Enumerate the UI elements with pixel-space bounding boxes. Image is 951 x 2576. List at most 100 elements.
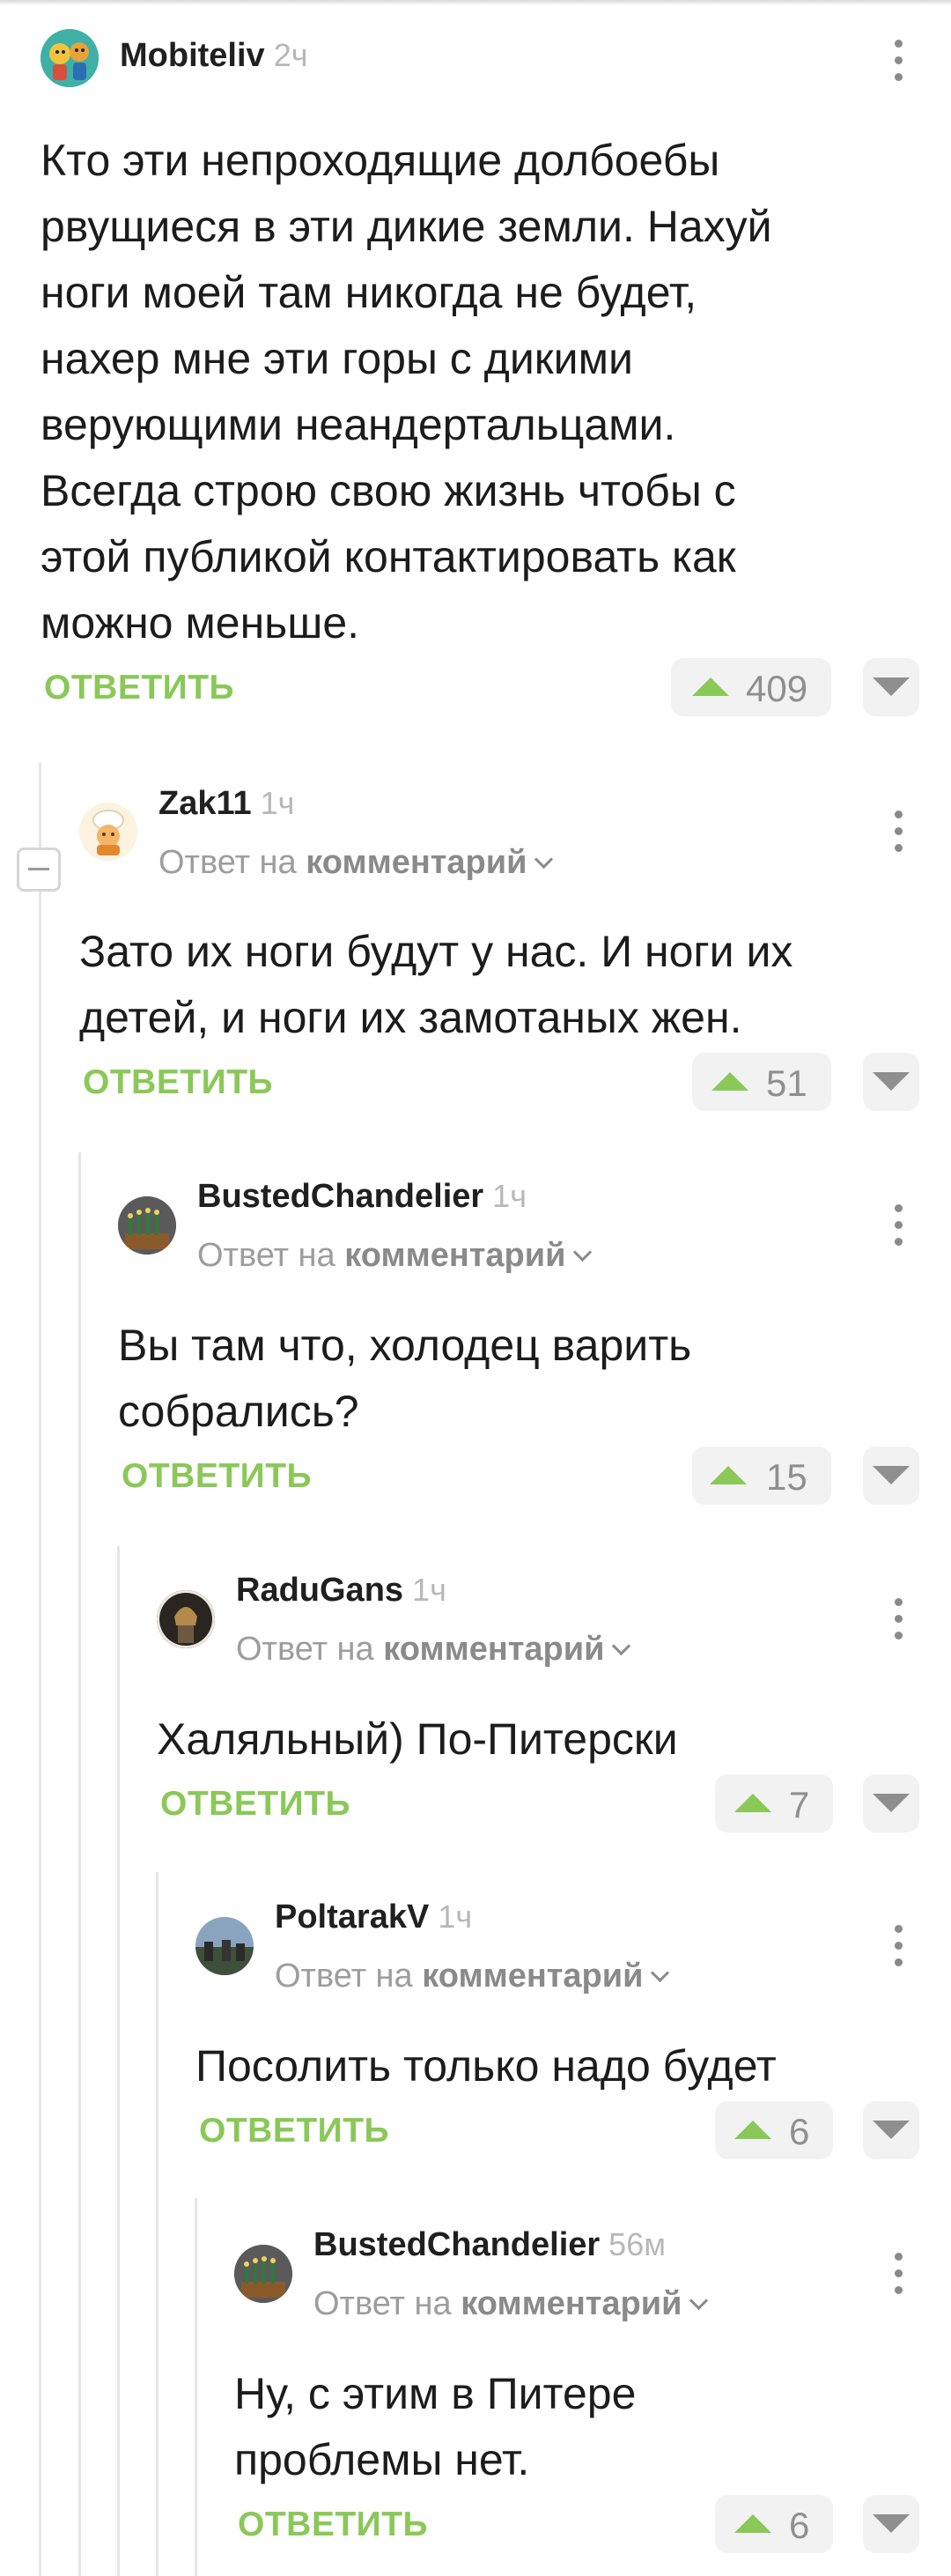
- chevron-down-icon[interactable]: [534, 849, 554, 870]
- reply-button[interactable]: ОТВЕТИТЬ: [238, 2506, 428, 2544]
- comment-author[interactable]: BustedChandelier 1ч: [197, 1178, 527, 1216]
- reply-target[interactable]: комментарий: [306, 844, 527, 881]
- rating-widget: 51: [692, 1053, 831, 1111]
- rating-widget: 6: [715, 2101, 833, 2159]
- chevron-down-icon[interactable]: [651, 1963, 670, 1983]
- reply-prefix: Ответ на: [313, 2285, 452, 2322]
- reply-to-link[interactable]: Ответ на комментарий: [158, 844, 554, 882]
- comment-time: 56м: [608, 2226, 666, 2262]
- avatar[interactable]: [41, 29, 99, 87]
- comment-body: Вы там что, холодец варить собрались?: [118, 1321, 692, 1436]
- reply-to-link[interactable]: Ответ на комментарий: [236, 1631, 631, 1669]
- rating-widget: 409: [671, 658, 831, 716]
- comment: PoltarakV 1ч Ответ на комментарий Посолит…: [195, 1888, 951, 2179]
- thread-line: [195, 2198, 197, 2576]
- comment-body: Халяльный) По-Питерски: [157, 1714, 678, 1764]
- comment-author[interactable]: RaduGans 1ч: [236, 1572, 446, 1610]
- rating-score: 15: [766, 1456, 807, 1498]
- author-name[interactable]: BustedChandelier: [313, 2226, 600, 2263]
- downvote-icon: [873, 1072, 910, 1091]
- upvote-icon[interactable]: [692, 677, 729, 696]
- author-name[interactable]: Zak11: [158, 785, 252, 822]
- upvote-icon[interactable]: [734, 1794, 771, 1812]
- reply-prefix: Ответ на: [236, 1631, 374, 1668]
- downvote-button[interactable]: [863, 658, 919, 716]
- reply-to-link[interactable]: Ответ на комментарий: [197, 1237, 593, 1275]
- rating-widget: 7: [715, 1774, 833, 1832]
- avatar[interactable]: [195, 1917, 254, 1975]
- comment-author[interactable]: Mobiteliv 2ч: [120, 37, 307, 75]
- comment: BustedChandelier 1ч Ответ на комментарий …: [118, 1167, 951, 1520]
- upvote-icon[interactable]: [710, 1466, 747, 1484]
- chandelier-avatar-icon: [234, 2245, 292, 2303]
- chevron-down-icon[interactable]: [612, 1636, 631, 1656]
- landscape-avatar-icon: [195, 1917, 254, 1975]
- author-name[interactable]: BustedChandelier: [197, 1178, 483, 1215]
- rating-score: 6: [789, 2505, 810, 2546]
- thread-line: [39, 762, 41, 2576]
- upvote-icon[interactable]: [734, 2121, 771, 2139]
- reply-to-link[interactable]: Ответ на комментарий: [275, 1958, 670, 1995]
- reply-button[interactable]: ОТВЕТИТЬ: [160, 1785, 350, 1824]
- comment-author[interactable]: Zak11 1ч: [158, 785, 294, 823]
- comment: BustedChandelier 56м Ответ на комментарий…: [234, 2216, 951, 2576]
- author-name[interactable]: PoltarakV: [275, 1899, 429, 1936]
- rating-widget: 15: [692, 1447, 831, 1505]
- rating-score: 6: [789, 2111, 810, 2152]
- reply-target[interactable]: комментарий: [383, 1631, 604, 1668]
- more-options-icon[interactable]: [893, 1925, 903, 1967]
- comment-time: 1ч: [412, 1572, 446, 1608]
- avatar[interactable]: [79, 803, 137, 861]
- rating-score: 51: [766, 1062, 807, 1104]
- chevron-down-icon[interactable]: [573, 1242, 593, 1262]
- reply-target[interactable]: комментарий: [344, 1237, 565, 1274]
- downvote-button[interactable]: [863, 1447, 919, 1505]
- downvote-button[interactable]: [863, 2495, 919, 2553]
- author-name[interactable]: Mobiteliv: [120, 37, 265, 74]
- downvote-icon: [873, 1794, 910, 1812]
- avatar[interactable]: [157, 1590, 215, 1648]
- chevron-down-icon[interactable]: [689, 2291, 709, 2311]
- avatar[interactable]: [118, 1196, 176, 1255]
- downvote-icon: [873, 1466, 910, 1484]
- downvote-button[interactable]: [863, 1053, 919, 1111]
- top-edge-shadow: [0, 0, 951, 5]
- cartoon-duo-avatar-icon: [41, 29, 99, 87]
- reply-button[interactable]: ОТВЕТИТЬ: [83, 1063, 273, 1102]
- thread-line: [117, 1546, 120, 2576]
- comment-author[interactable]: PoltarakV 1ч: [275, 1899, 472, 1936]
- more-options-icon[interactable]: [893, 1598, 903, 1640]
- comment: RaduGans 1ч Ответ на комментарий Халяльны…: [157, 1561, 951, 1852]
- comment-body: Зато их ноги будут у нас. И ноги их дете…: [79, 927, 793, 1042]
- chandelier-avatar-icon: [118, 1196, 176, 1255]
- thread-line: [156, 1872, 158, 2576]
- upvote-icon[interactable]: [711, 1072, 748, 1091]
- downvote-button[interactable]: [863, 1774, 919, 1832]
- warrior-avatar-icon: [157, 1590, 215, 1648]
- comment-body: Ну, с этим в Питере проблемы нет.: [234, 2369, 637, 2484]
- reply-button[interactable]: ОТВЕТИТЬ: [44, 669, 234, 707]
- comment-time: 1ч: [260, 785, 295, 821]
- more-options-icon[interactable]: [893, 40, 903, 82]
- chef-avatar-icon: [79, 803, 137, 861]
- reply-prefix: Ответ на: [158, 844, 297, 881]
- downvote-button[interactable]: [863, 2101, 919, 2159]
- downvote-icon: [873, 2514, 910, 2533]
- reply-button[interactable]: ОТВЕТИТЬ: [199, 2112, 389, 2150]
- comment-author[interactable]: BustedChandelier 56м: [313, 2226, 666, 2264]
- more-options-icon[interactable]: [893, 1204, 903, 1247]
- comment-time: 1ч: [438, 1899, 473, 1935]
- reply-to-link[interactable]: Ответ на комментарий: [313, 2285, 709, 2323]
- more-options-icon[interactable]: [893, 811, 903, 853]
- collapse-thread-button[interactable]: [17, 848, 61, 892]
- reply-prefix: Ответ на: [197, 1237, 335, 1274]
- avatar[interactable]: [234, 2245, 292, 2303]
- reply-target[interactable]: комментарий: [422, 1958, 643, 1995]
- author-name[interactable]: RaduGans: [236, 1572, 403, 1609]
- rating-score: 7: [789, 1784, 810, 1825]
- upvote-icon[interactable]: [734, 2514, 771, 2533]
- minus-icon: [28, 868, 49, 870]
- more-options-icon[interactable]: [893, 2253, 903, 2295]
- reply-target[interactable]: комментарий: [461, 2285, 682, 2322]
- reply-button[interactable]: ОТВЕТИТЬ: [122, 1457, 312, 1496]
